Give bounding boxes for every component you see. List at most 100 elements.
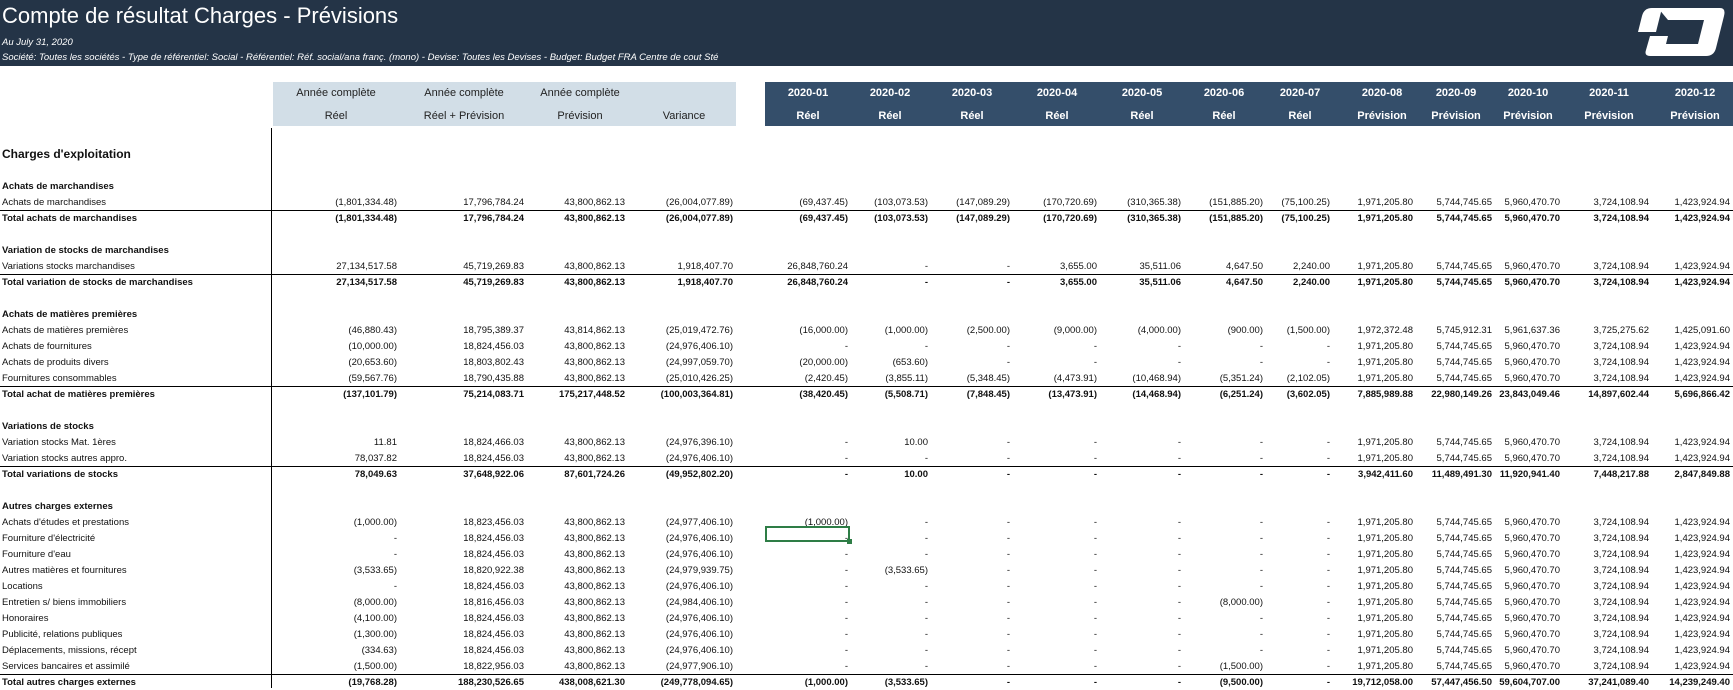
value-cell[interactable]: (24,976,406.10) [666, 645, 733, 656]
value-cell[interactable]: - [925, 581, 928, 592]
value-cell[interactable]: (310,365.38) [1127, 213, 1181, 224]
value-cell[interactable]: 1,971,205.80 [1358, 277, 1413, 288]
row-label[interactable]: Achats de marchandises [2, 197, 106, 208]
value-cell[interactable]: 18,823,456.03 [463, 517, 524, 528]
row-label[interactable]: Autres charges externes [2, 501, 113, 512]
value-cell[interactable]: - [1260, 341, 1263, 352]
value-cell[interactable]: - [1094, 661, 1097, 672]
value-cell[interactable]: 43,800,862.13 [564, 277, 625, 288]
value-cell[interactable]: (9,500.00) [1220, 677, 1263, 688]
row-label[interactable]: Charges d'exploitation [2, 147, 131, 161]
value-cell[interactable]: 43,800,862.13 [564, 597, 625, 608]
value-cell[interactable]: (4,100.00) [354, 613, 397, 624]
value-cell[interactable]: 5,960,470.70 [1505, 453, 1560, 464]
value-cell[interactable]: 10.00 [904, 469, 928, 480]
value-cell[interactable]: 5,960,470.70 [1505, 629, 1560, 640]
value-cell[interactable]: (10,468.94) [1132, 373, 1181, 384]
value-cell[interactable]: (3,855.11) [885, 373, 928, 384]
value-cell[interactable]: (19,768.28) [348, 677, 397, 688]
value-cell[interactable]: (151,885.20) [1209, 213, 1263, 224]
row-label[interactable]: Variations stocks marchandises [2, 261, 135, 272]
value-cell[interactable]: (4,473.91) [1054, 373, 1097, 384]
value-cell[interactable]: (24,976,406.10) [666, 613, 733, 624]
value-cell[interactable]: - [1260, 565, 1263, 576]
row-label[interactable]: Variation stocks autres appro. [2, 453, 127, 464]
row-label[interactable]: Déplacements, missions, récept [2, 645, 137, 656]
value-cell[interactable]: - [1327, 453, 1330, 464]
value-cell[interactable]: - [1094, 645, 1097, 656]
value-cell[interactable]: - [925, 597, 928, 608]
value-cell[interactable]: - [925, 549, 928, 560]
value-cell[interactable]: 3,724,108.94 [1594, 565, 1649, 576]
value-cell[interactable]: (8,000.00) [354, 597, 397, 608]
value-cell[interactable]: - [845, 629, 848, 640]
value-cell[interactable]: 1,971,205.80 [1358, 341, 1413, 352]
value-cell[interactable]: - [1094, 453, 1097, 464]
value-cell[interactable]: 3,725,275.62 [1594, 325, 1649, 336]
value-cell[interactable]: 1,423,924.94 [1675, 645, 1730, 656]
row-label[interactable]: Total autres charges externes [2, 677, 136, 688]
value-cell[interactable]: 5,960,470.70 [1505, 533, 1560, 544]
value-cell[interactable]: (170,720.69) [1043, 213, 1097, 224]
value-cell[interactable]: - [1260, 357, 1263, 368]
value-cell[interactable]: 1,918,407.70 [678, 277, 733, 288]
value-cell[interactable]: 3,724,108.94 [1594, 581, 1649, 592]
value-cell[interactable]: (147,089.29) [956, 213, 1010, 224]
row-label[interactable]: Fourniture d'eau [2, 549, 71, 560]
value-cell[interactable]: (147,089.29) [956, 197, 1010, 208]
value-cell[interactable]: (6,251.24) [1220, 389, 1263, 400]
value-cell[interactable]: 1,423,924.94 [1675, 517, 1730, 528]
value-cell[interactable]: 1,971,205.80 [1358, 517, 1413, 528]
value-cell[interactable]: 1,423,924.94 [1675, 437, 1730, 448]
value-cell[interactable]: - [1007, 645, 1010, 656]
value-cell[interactable]: (1,500.00) [354, 661, 397, 672]
value-cell[interactable]: 5,744,745.65 [1437, 613, 1492, 624]
value-cell[interactable]: 1,971,205.80 [1358, 565, 1413, 576]
value-cell[interactable]: - [925, 533, 928, 544]
value-cell[interactable]: (24,976,406.10) [666, 629, 733, 640]
value-cell[interactable]: - [1178, 437, 1181, 448]
value-cell[interactable]: - [1327, 341, 1330, 352]
value-cell[interactable]: 1,423,924.94 [1675, 197, 1730, 208]
value-cell[interactable]: - [1094, 533, 1097, 544]
value-cell[interactable]: 3,724,108.94 [1594, 197, 1649, 208]
value-cell[interactable]: 45,719,269.83 [463, 277, 524, 288]
value-cell[interactable]: 7,885,989.88 [1358, 389, 1413, 400]
value-cell[interactable]: - [1327, 533, 1330, 544]
value-cell[interactable]: - [845, 437, 848, 448]
value-cell[interactable]: 188,230,526.65 [458, 677, 524, 688]
value-cell[interactable]: 5,960,470.70 [1505, 549, 1560, 560]
value-cell[interactable]: 5,744,745.65 [1437, 645, 1492, 656]
value-cell[interactable]: - [925, 613, 928, 624]
value-cell[interactable]: 43,800,862.13 [564, 613, 625, 624]
value-cell[interactable]: 5,961,637.36 [1505, 325, 1560, 336]
value-cell[interactable]: 1,971,205.80 [1358, 197, 1413, 208]
row-label[interactable]: Autres matières et fournitures [2, 565, 127, 576]
value-cell[interactable]: 27,134,517.58 [336, 261, 397, 272]
value-cell[interactable]: - [1094, 581, 1097, 592]
value-cell[interactable]: (20,000.00) [799, 357, 848, 368]
value-cell[interactable]: 5,744,745.65 [1437, 597, 1492, 608]
value-cell[interactable]: - [925, 661, 928, 672]
value-cell[interactable]: 1,423,924.94 [1675, 341, 1730, 352]
value-cell[interactable]: 5,960,470.70 [1505, 213, 1560, 224]
value-cell[interactable]: - [1007, 341, 1010, 352]
value-cell[interactable]: 5,744,745.65 [1437, 341, 1492, 352]
value-cell[interactable]: 2,240.00 [1293, 277, 1330, 288]
value-cell[interactable]: - [1094, 517, 1097, 528]
value-cell[interactable]: (1,300.00) [354, 629, 397, 640]
value-cell[interactable]: 43,800,862.13 [564, 213, 625, 224]
value-cell[interactable]: 43,800,862.13 [564, 373, 625, 384]
value-cell[interactable]: - [1178, 597, 1181, 608]
value-cell[interactable]: - [1007, 277, 1010, 288]
value-cell[interactable]: - [1007, 437, 1010, 448]
value-cell[interactable]: 18,795,389.37 [463, 325, 524, 336]
value-cell[interactable]: 1,423,924.94 [1675, 549, 1730, 560]
value-cell[interactable]: 43,800,862.13 [564, 437, 625, 448]
value-cell[interactable]: - [1260, 453, 1263, 464]
value-cell[interactable]: 1,425,091.60 [1675, 325, 1730, 336]
value-cell[interactable]: 18,824,456.03 [463, 453, 524, 464]
value-cell[interactable]: 18,824,456.03 [463, 581, 524, 592]
value-cell[interactable]: 11,920,941.40 [1500, 469, 1560, 480]
value-cell[interactable]: - [1327, 597, 1330, 608]
